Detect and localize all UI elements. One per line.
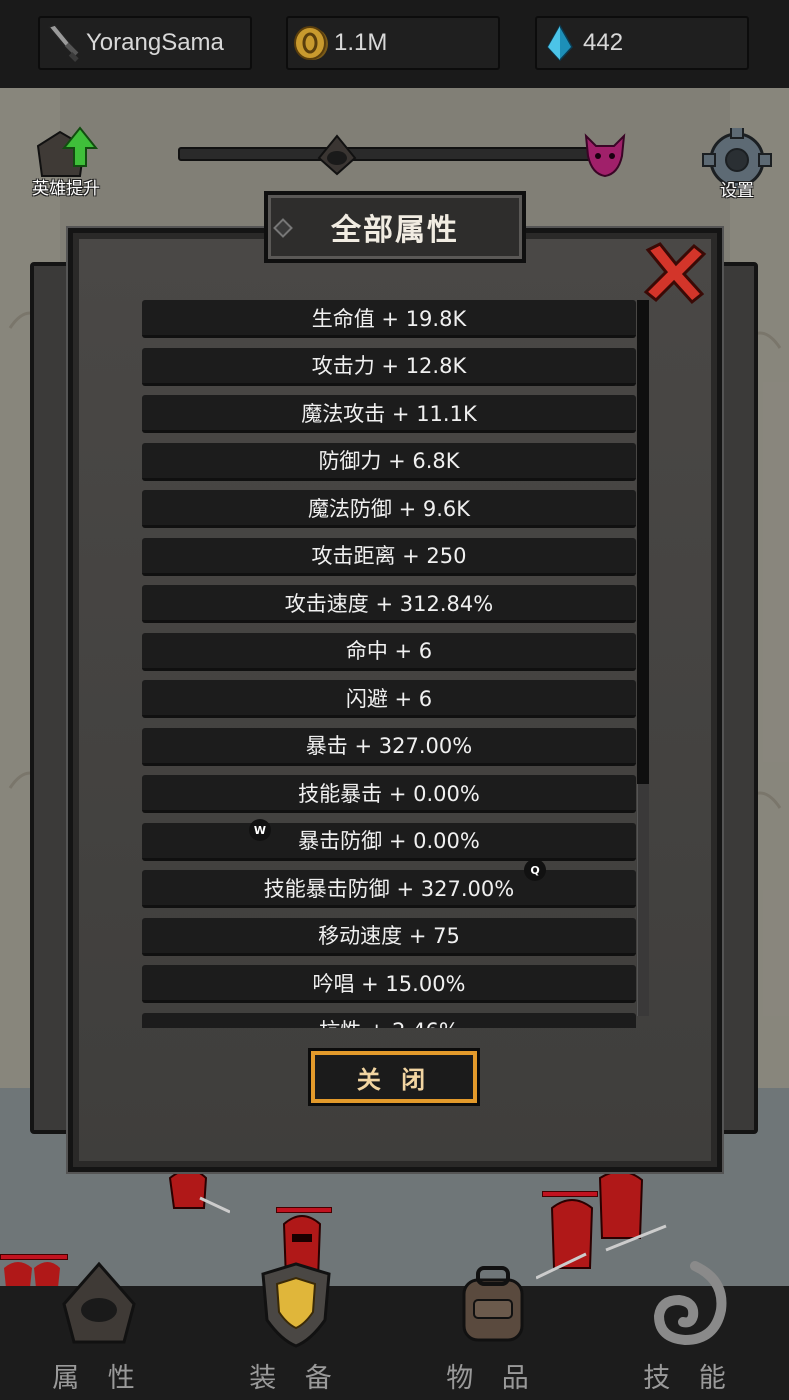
backpack-icon [448, 1260, 538, 1354]
gem-box[interactable]: 442 [535, 16, 749, 70]
stage-progress-track [178, 147, 598, 161]
w-key-hint: W [249, 819, 271, 841]
stat-row: 暴击 + 327.00% [142, 727, 636, 766]
stat-row: 闪避 + 6 [142, 680, 636, 718]
swirl-skill-icon [645, 1260, 735, 1354]
stat-row: 移动速度 + 75 [142, 917, 636, 956]
stat-row: 命中 + 6 [142, 632, 636, 671]
stat-row: 攻击力 + 12.8K [142, 347, 636, 386]
stats-list[interactable]: 生命值 + 19.8K 攻击力 + 12.8K 魔法攻击 + 11.1K 防御力 + … [142, 300, 650, 1028]
sword-icon [40, 20, 86, 66]
hooded-hero-icon [54, 1260, 144, 1354]
stat-row: 技能暴击 + 0.00% [142, 775, 636, 813]
stat-row: 攻击速度 + 312.84% [142, 585, 636, 623]
hero-position-icon [315, 134, 359, 182]
stat-row: 魔法防御 + 9.6K [142, 490, 636, 528]
bottom-nav: 属 性 装 备 物 品 技 能 [0, 1261, 789, 1400]
stat-row: 攻击距离 + 250 [142, 537, 636, 576]
coin-icon [288, 20, 334, 66]
nav-equipment[interactable]: 装 备 [197, 1262, 394, 1400]
shield-icon [251, 1260, 341, 1354]
nav-equipment-label: 装 备 [249, 1363, 342, 1394]
gem-amount: 442 [583, 29, 624, 56]
nav-attributes[interactable]: 属 性 [0, 1261, 197, 1400]
hero-upgrade-button[interactable]: 英雄提升 [24, 126, 108, 199]
enemy-hp-bar [276, 1207, 332, 1213]
stat-row: 技能暴击防御 + 327.00% [142, 870, 636, 908]
nav-attributes-label: 属 性 [52, 1363, 145, 1394]
nav-items-label: 物 品 [446, 1363, 539, 1394]
hero-upgrade-label: 英雄提升 [32, 179, 100, 199]
gold-amount: 1.1M [334, 29, 388, 56]
close-x-icon[interactable] [642, 240, 708, 306]
player-name: YorangSama [86, 29, 224, 56]
settings-button[interactable]: 设置 [700, 125, 774, 201]
panel-title-text: 全部属性 [331, 213, 459, 248]
pin-icon [273, 218, 293, 238]
panel-title: 全部属性 [264, 191, 526, 263]
stat-row: 生命值 + 19.8K [142, 300, 636, 338]
player-name-box[interactable]: YorangSama [38, 16, 252, 70]
resource-bar: YorangSama 1.1M 442 [0, 0, 789, 88]
q-key-hint: Q [524, 859, 546, 881]
scrollbar-thumb[interactable] [637, 300, 649, 784]
close-button[interactable]: 关 闭 [308, 1048, 480, 1106]
gem-icon [537, 20, 583, 66]
stat-row: 魔法攻击 + 11.1K [142, 395, 636, 433]
nav-skills-label: 技 能 [643, 1363, 736, 1394]
stat-row: 暴击防御 + 0.00% [142, 822, 636, 861]
red-knight-enemy[interactable] [160, 1168, 231, 1222]
stat-row: 吟唱 + 15.00% [142, 965, 636, 1003]
nav-skills[interactable]: 技 能 [591, 1261, 788, 1400]
boss-icon [582, 130, 628, 184]
gold-box[interactable]: 1.1M [286, 16, 500, 70]
gear-icon [700, 125, 774, 195]
stat-row: 防御力 + 6.8K [142, 442, 636, 481]
nav-items[interactable]: 物 品 [394, 1266, 591, 1400]
stat-row: 抗性 + 2.46% [142, 1012, 636, 1028]
